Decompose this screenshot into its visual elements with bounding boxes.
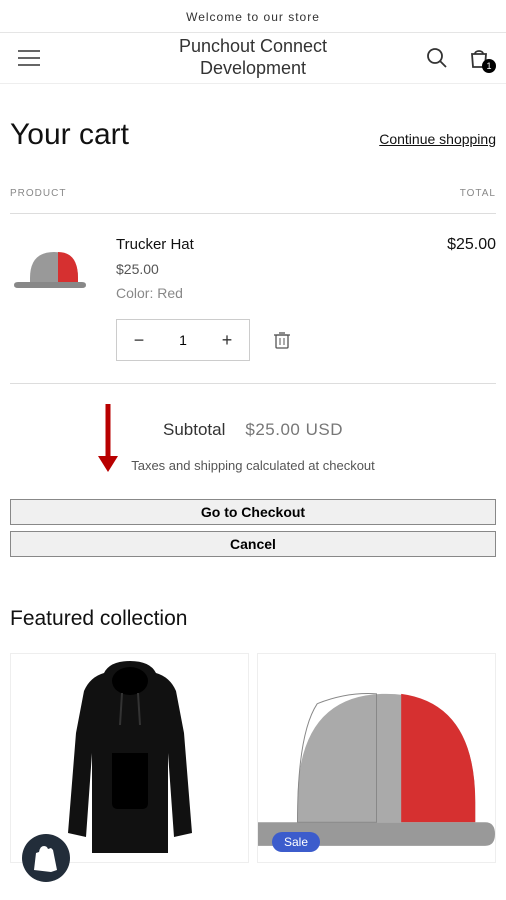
remove-item-button[interactable] <box>274 331 290 349</box>
go-to-checkout-button[interactable]: Go to Checkout <box>10 499 496 525</box>
cart-table-header: PRODUCT TOTAL <box>10 188 496 214</box>
trash-icon <box>274 331 290 349</box>
tax-shipping-note: Taxes and shipping calculated at checkou… <box>10 458 496 473</box>
featured-collection-title: Featured collection <box>10 607 496 631</box>
announcement-bar: Welcome to our store <box>0 0 506 33</box>
product-unit-price: $25.00 <box>116 261 429 277</box>
product-variant: Color: Red <box>116 285 429 301</box>
search-icon <box>426 47 448 69</box>
product-card[interactable] <box>10 653 249 863</box>
product-image[interactable] <box>10 236 98 298</box>
quantity-stepper: − + <box>116 319 250 361</box>
product-name[interactable]: Trucker Hat <box>116 236 429 253</box>
store-name-line1: Punchout Connect <box>179 36 327 58</box>
search-button[interactable] <box>424 45 450 71</box>
cancel-button[interactable]: Cancel <box>10 531 496 557</box>
quantity-input[interactable] <box>161 320 205 360</box>
store-name[interactable]: Punchout Connect Development <box>179 36 327 79</box>
increase-quantity-button[interactable]: + <box>205 320 249 360</box>
cart-count-badge: 1 <box>482 59 496 73</box>
shopify-badge[interactable] <box>22 834 70 882</box>
menu-button[interactable] <box>14 46 44 70</box>
annotation-arrow <box>96 404 120 476</box>
continue-shopping-link[interactable]: Continue shopping <box>379 131 496 147</box>
subtotal-value: $25.00 USD <box>245 420 343 440</box>
hoodie-image <box>40 653 220 863</box>
decrease-quantity-button[interactable]: − <box>117 320 161 360</box>
col-product-label: PRODUCT <box>10 188 66 199</box>
sale-badge: Sale <box>272 832 320 852</box>
product-card[interactable]: Sale <box>257 653 496 863</box>
cart-button[interactable]: 1 <box>466 45 492 71</box>
col-total-label: TOTAL <box>460 188 496 199</box>
subtotal-label: Subtotal <box>163 420 225 440</box>
cart-line-item: Trucker Hat $25.00 Color: Red − + $25.00 <box>10 214 496 383</box>
page-title: Your cart <box>10 118 129 152</box>
shopify-icon <box>33 844 59 872</box>
line-item-total: $25.00 <box>447 236 496 361</box>
hamburger-icon <box>18 50 40 66</box>
site-header: Punchout Connect Development 1 <box>0 33 506 84</box>
store-name-line2: Development <box>179 58 327 80</box>
